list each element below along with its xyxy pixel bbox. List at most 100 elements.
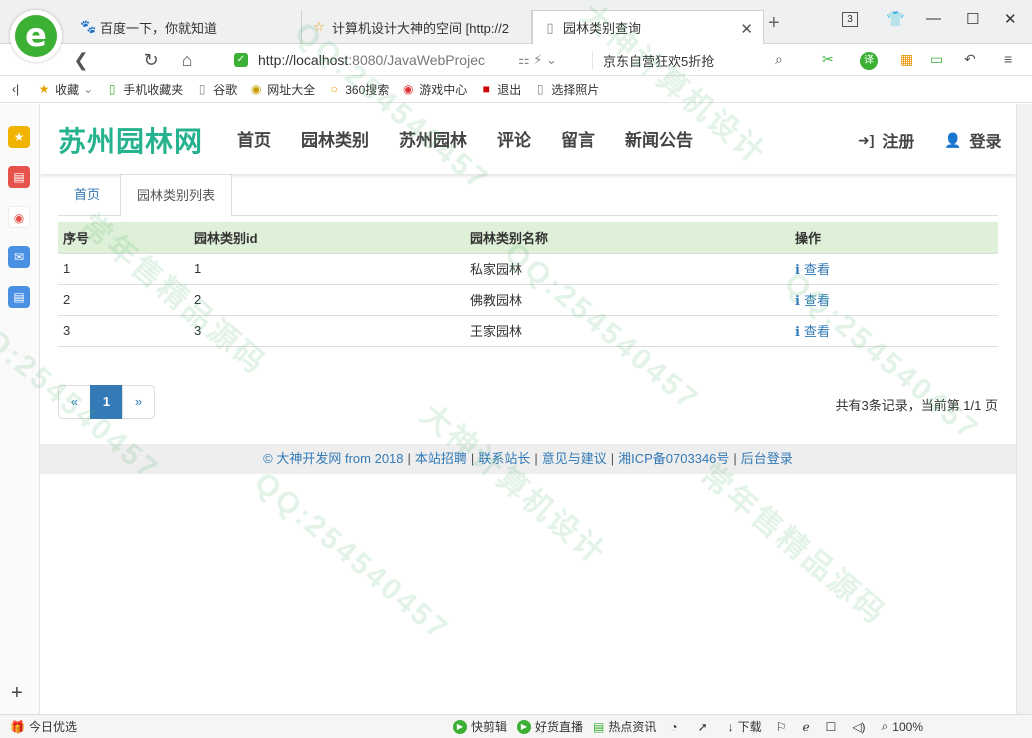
tab-designer-space[interactable]: ☆ 计算机设计大神的空间 [http://2 (302, 10, 532, 44)
scissors-icon[interactable]: ✂ (822, 51, 834, 68)
document-sidebar-icon[interactable]: ▤ (8, 286, 30, 308)
shield-icon: ✓ (234, 53, 248, 67)
info-icon: i (795, 325, 800, 340)
page-icon: ▯ (198, 82, 206, 96)
quick-edit[interactable]: ▶ 快剪辑 (452, 718, 507, 735)
add-sidebar-icon[interactable]: + (11, 682, 23, 705)
tab-garden-category-list[interactable]: 园林类别列表 (120, 174, 233, 217)
url-box[interactable]: ✓ http://localhost:8080/JavaWebProjec ⚏ … (226, 47, 802, 73)
nav-garden-category[interactable]: 园林类别 (301, 126, 369, 151)
news-icon: ▤ (593, 719, 605, 734)
vertical-scrollbar[interactable] (1016, 104, 1032, 714)
menu-icon[interactable]: ≡ (1004, 51, 1012, 67)
home-icon[interactable]: ⌂ (174, 47, 200, 73)
bookmark-exit[interactable]: ■ 退出 (479, 81, 522, 98)
footer-feedback-link[interactable]: 意见与建议 (542, 451, 607, 466)
cell-action: i 查看 (790, 314, 998, 347)
mail-sidebar-icon[interactable]: ✉ (8, 246, 30, 268)
today-picks[interactable]: 🎁 今日优选 (10, 718, 77, 735)
bookmark-web-directory[interactable]: ◉ 网址大全 (249, 81, 315, 98)
zoom-control[interactable]: ⌕ 100% (882, 719, 923, 734)
volume-icon[interactable]: ◁) (852, 720, 865, 734)
browser-logo[interactable]: e (10, 10, 62, 62)
table-row: 1 1 私家园林 i 查看 (58, 252, 998, 284)
login-link[interactable]: 👤 登录 (944, 128, 1001, 152)
download-button[interactable]: ↓ 下载 (728, 718, 762, 735)
hot-news[interactable]: ▤ 热点资讯 (593, 718, 656, 735)
refresh-icon[interactable]: ↻ (138, 47, 164, 73)
search-icon[interactable]: ⌕ (775, 51, 783, 68)
tab-title: 百度一下，你就知道 (100, 20, 218, 36)
view-link[interactable]: i 查看 (795, 262, 830, 278)
nav-home[interactable]: 首页 (237, 126, 271, 151)
footer-admin-login-link[interactable]: 后台登录 (741, 451, 793, 466)
bookmark-google[interactable]: ▯ 谷歌 (195, 81, 237, 98)
tab-count-badge[interactable]: 3 (842, 12, 858, 27)
browser-tab-bar: 🐾 百度一下，你就知道 ☆ 计算机设计大神的空间 [http://2 ▯ 园林类… (0, 0, 1032, 44)
nav-comments[interactable]: 评论 (497, 126, 531, 151)
url-tools-icons[interactable]: ⚏ ⚡ ⌄ (518, 52, 578, 68)
bookmark-game-center[interactable]: ◉ 游戏中心 (401, 81, 467, 98)
view-link[interactable]: i 查看 (795, 293, 830, 309)
shirt-icon[interactable]: 👕 (886, 10, 905, 28)
next-page-button[interactable]: » (122, 385, 155, 419)
window-icon[interactable]: ☐ (826, 720, 837, 734)
star-icon: ★ (38, 82, 50, 96)
rocket-icon[interactable]: ➚ (698, 720, 708, 734)
bookmark-360-search[interactable]: ○ 360搜索 (327, 81, 390, 98)
site-logo[interactable]: 苏州园林网 (58, 120, 203, 160)
close-tab-icon[interactable]: ✕ (740, 20, 753, 38)
live-shopping[interactable]: ▶ 好货直播 (516, 718, 583, 735)
site-footer: © 大神开发网 from 2018 | 本站招聘 | 联系站长 | 意见与建议 | 湘ICP备0… (40, 444, 1016, 474)
status-bar: 🎁 今日优选 ▶ 快剪辑 ▶ 好货直播 ▤ 热点资讯 ◔ ➚ ↓ 下载 ⚐ ℯ ☐ ◁) … (0, 714, 1032, 738)
cell-name: 私家园林 (465, 252, 790, 284)
favorites-sidebar-icon[interactable]: ★ (8, 126, 30, 148)
new-tab-icon[interactable]: + (768, 12, 780, 35)
tab-baidu[interactable]: 🐾 百度一下，你就知道 (70, 10, 302, 44)
record-summary: 共有3条记录，当前第 1/1 页 (835, 398, 998, 413)
undo-icon[interactable]: ↶ (964, 51, 976, 68)
browser-logo-icon: e (15, 15, 57, 57)
nav-news[interactable]: 新闻公告 (625, 126, 693, 151)
news-sidebar-icon[interactable]: ▤ (8, 166, 30, 188)
tab-garden-category[interactable]: ▯ 园林类别查询 ✕ (532, 10, 764, 44)
footer-contact-link[interactable]: 联系站长 (478, 451, 530, 466)
bookmark-mobile[interactable]: ▯ 手机收藏夹 (105, 81, 183, 98)
col-header-no: 序号 (58, 222, 189, 253)
view-link[interactable]: i 查看 (795, 324, 830, 340)
maximize-icon[interactable]: ☐ (966, 10, 979, 28)
url-text[interactable]: http://localhost:8080/JavaWebProjec (258, 52, 508, 68)
col-header-id: 园林类别id (189, 222, 465, 253)
cell-action: i 查看 (790, 252, 998, 284)
promo-text[interactable]: 京东自营狂欢5折抢 (592, 50, 714, 70)
play-icon: ▶ (452, 719, 467, 734)
phone-icon: ▯ (108, 82, 116, 96)
prev-page-button[interactable]: « (58, 385, 91, 419)
garden-category-table: 序号 园林类别id 园林类别名称 操作 1 1 私家园林 i 查看 2 2 佛教园… (58, 222, 998, 347)
site-header: 苏州园林网 首页 园林类别 苏州园林 评论 留言 新闻公告 ➜] 注册 👤 登录 (40, 104, 1016, 174)
footer-icp-link[interactable]: 湘ICP备0703346号 (618, 451, 729, 466)
minimize-icon[interactable]: — (926, 10, 941, 27)
back-icon[interactable]: ❮ (68, 47, 94, 73)
nav-messages[interactable]: 留言 (561, 126, 595, 151)
download-icon: ↓ (727, 719, 734, 734)
collapse-sidebar-icon[interactable]: ‹| (12, 82, 19, 96)
translate-icon[interactable]: 译 (860, 52, 878, 70)
ie-icon[interactable]: ℯ (802, 720, 809, 734)
apps-icon[interactable]: ▦ (900, 51, 913, 68)
footer-jobs-link[interactable]: 本站招聘 (415, 451, 467, 466)
cell-no: 2 (58, 283, 189, 315)
register-link[interactable]: ➜] 注册 (858, 128, 914, 152)
zoom-icon: ⌕ (881, 719, 889, 733)
footer-copyright[interactable]: © 大神开发网 from 2018 (263, 451, 403, 466)
weibo-sidebar-icon[interactable]: ◉ (8, 206, 30, 228)
flag-icon[interactable]: ⚐ (776, 720, 787, 734)
speed-icon[interactable]: ◔ (670, 720, 677, 734)
bookmark-favorites[interactable]: ★ 收藏 ⌄ (37, 81, 93, 98)
tab-home[interactable]: 首页 (58, 174, 116, 216)
battery-icon[interactable]: ▭ (930, 51, 943, 68)
page-1-button[interactable]: 1 (90, 385, 123, 419)
close-window-icon[interactable]: ✕ (1004, 10, 1017, 28)
bookmark-select-photo[interactable]: ▯ 选择照片 (533, 81, 599, 98)
nav-suzhou-gardens[interactable]: 苏州园林 (399, 126, 467, 151)
